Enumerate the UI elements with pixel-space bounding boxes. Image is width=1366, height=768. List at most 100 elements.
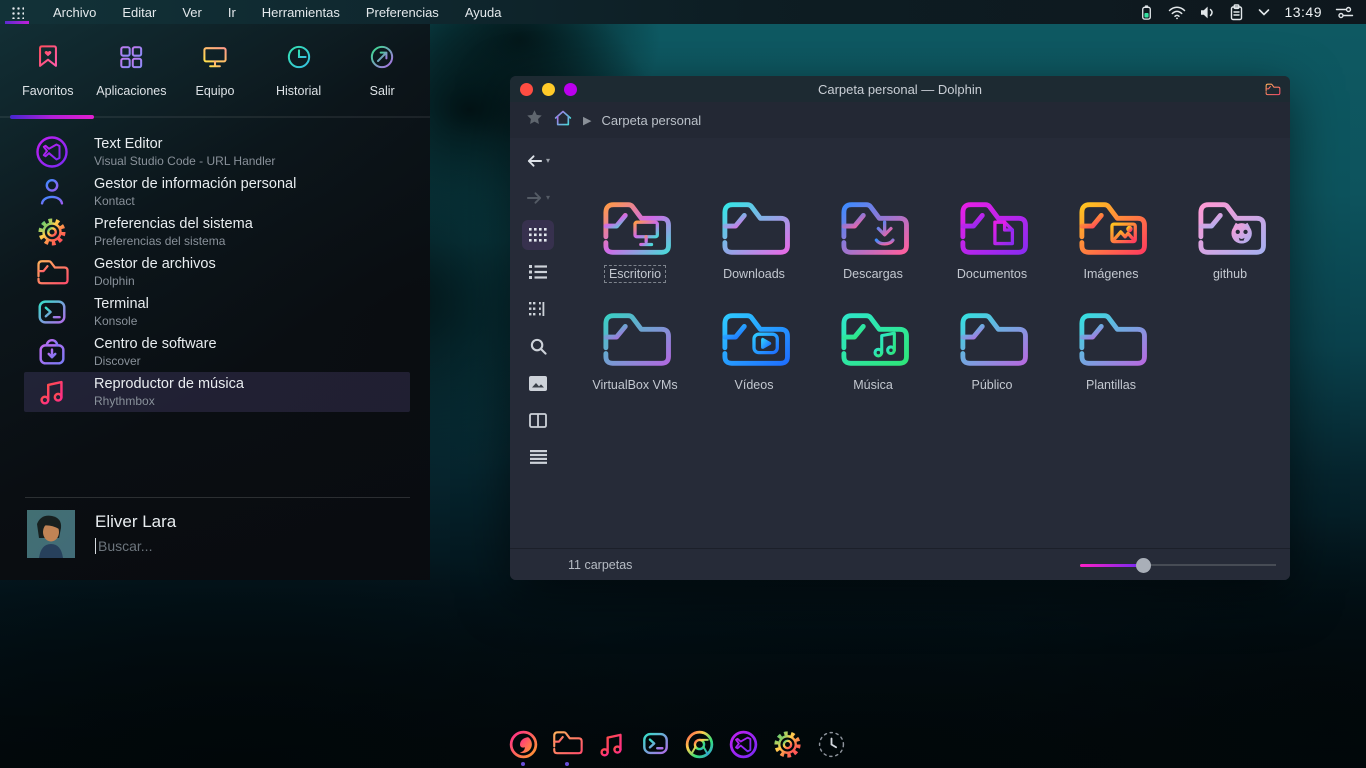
- tweaks-icon[interactable]: [1335, 5, 1354, 20]
- bookmark-star-icon[interactable]: [526, 109, 543, 131]
- back-button[interactable]: ▾: [522, 146, 554, 176]
- dock-firefox[interactable]: [506, 725, 540, 767]
- vscode-icon: [34, 134, 70, 170]
- running-indicator: [565, 762, 569, 766]
- folder-musica[interactable]: Música: [818, 307, 928, 394]
- leave-arrow-icon: [367, 42, 397, 77]
- folder-documentos[interactable]: Documentos: [937, 196, 1047, 283]
- launcher-item-dolphin[interactable]: Gestor de archivos Dolphin: [0, 252, 430, 292]
- folder-label: Imágenes: [1079, 265, 1144, 283]
- folder-plantillas[interactable]: Plantillas: [1056, 307, 1166, 394]
- item-subtitle: Preferencias del sistema: [94, 234, 253, 248]
- search-input[interactable]: [98, 538, 410, 554]
- menu-editar[interactable]: Editar: [109, 1, 169, 24]
- dock-chrome[interactable]: [682, 725, 716, 767]
- launcher-item-system-settings[interactable]: Preferencias del sistema Preferencias de…: [0, 212, 430, 252]
- titlebar-folder-icon[interactable]: [1264, 82, 1290, 97]
- menu-herramientas[interactable]: Herramientas: [249, 1, 353, 24]
- folder-label: Escritorio: [604, 265, 666, 283]
- running-indicator: [521, 762, 525, 766]
- folder-imagenes[interactable]: Imágenes: [1056, 196, 1166, 283]
- dock-vscode[interactable]: [726, 725, 760, 767]
- folder-icon: [34, 257, 70, 288]
- download-arrow-emblem: [876, 222, 893, 244]
- user-area: Eliver Lara: [27, 510, 410, 558]
- volume-icon[interactable]: [1199, 5, 1216, 20]
- global-menubar: Archivo Editar Ver Ir Herramientas Prefe…: [0, 0, 1366, 24]
- menu-archivo[interactable]: Archivo: [40, 1, 109, 24]
- desktop: Archivo Editar Ver Ir Herramientas Prefe…: [0, 0, 1366, 768]
- menu-ver[interactable]: Ver: [169, 1, 215, 24]
- avatar[interactable]: [27, 510, 75, 558]
- tab-favoritos[interactable]: Favoritos: [6, 24, 90, 116]
- dock-terminal[interactable]: [638, 725, 672, 767]
- document-emblem: [995, 222, 1012, 243]
- dropdown-caret-icon: ▾: [546, 157, 550, 165]
- tab-label: Historial: [276, 84, 321, 98]
- menu-ir[interactable]: Ir: [215, 1, 249, 24]
- wifi-icon[interactable]: [1168, 5, 1186, 20]
- folder-descargas[interactable]: Descargas: [818, 196, 928, 283]
- menu-preferencias[interactable]: Preferencias: [353, 1, 452, 24]
- tab-equipo[interactable]: Equipo: [173, 24, 257, 116]
- close-button[interactable]: [520, 83, 533, 96]
- preview-image-icon[interactable]: [522, 368, 554, 398]
- folder-github[interactable]: github: [1175, 196, 1285, 283]
- split-view-icon[interactable]: [522, 405, 554, 435]
- music-notes-icon: [34, 375, 70, 409]
- window-title: Carpeta personal — Dolphin: [510, 82, 1290, 97]
- item-title: Gestor de información personal: [94, 176, 296, 193]
- hamburger-menu-icon[interactable]: [522, 442, 554, 472]
- folder-escritorio[interactable]: Escritorio: [580, 196, 690, 283]
- list-view-button[interactable]: [522, 257, 554, 287]
- dock-music-player[interactable]: [594, 725, 628, 767]
- slider-handle[interactable]: [1136, 558, 1151, 573]
- launcher-item-kontact[interactable]: Gestor de información personal Kontact: [0, 172, 430, 212]
- launcher-item-rhythmbox[interactable]: Reproductor de música Rhythmbox: [24, 372, 410, 412]
- maximize-button[interactable]: [564, 83, 577, 96]
- battery-icon[interactable]: [1138, 4, 1155, 21]
- folder-videos[interactable]: Vídeos: [699, 307, 809, 394]
- file-manager-icon: [550, 728, 584, 763]
- clipboard-icon[interactable]: [1229, 4, 1244, 21]
- app-launcher-button[interactable]: [0, 0, 34, 24]
- folder-downloads[interactable]: Downloads: [699, 196, 809, 283]
- music-player-icon: [595, 728, 628, 766]
- dock-clock[interactable]: [814, 725, 848, 767]
- folder-publico[interactable]: Público: [937, 307, 1047, 394]
- dock-settings[interactable]: [770, 725, 804, 767]
- folder-virtualbox-vms[interactable]: VirtualBox VMs: [580, 307, 690, 394]
- dock-file-manager[interactable]: [550, 725, 584, 767]
- firefox-icon: [507, 728, 540, 766]
- tab-historial[interactable]: Historial: [257, 24, 341, 116]
- item-title: Centro de software: [94, 336, 217, 353]
- minimize-button[interactable]: [542, 83, 555, 96]
- apps-grid-icon: [116, 42, 146, 77]
- launcher-item-konsole[interactable]: Terminal Konsole: [0, 292, 430, 332]
- compact-view-button[interactable]: [522, 294, 554, 324]
- terminal-icon: [639, 728, 672, 764]
- launcher-item-text-editor[interactable]: Text Editor Visual Studio Code - URL Han…: [0, 132, 430, 172]
- search-icon[interactable]: [522, 331, 554, 361]
- breadcrumb-location[interactable]: Carpeta personal: [601, 113, 701, 128]
- user-name: Eliver Lara: [95, 512, 410, 532]
- launcher-item-discover[interactable]: Centro de software Discover: [0, 332, 430, 372]
- item-title: Gestor de archivos: [94, 256, 216, 273]
- item-subtitle: Dolphin: [94, 274, 216, 288]
- chevron-down-icon[interactable]: [1257, 8, 1271, 17]
- home-icon[interactable]: [553, 109, 573, 132]
- favorites-list: Text Editor Visual Studio Code - URL Han…: [0, 118, 430, 412]
- item-subtitle: Visual Studio Code - URL Handler: [94, 154, 275, 168]
- tab-aplicaciones[interactable]: Aplicaciones: [90, 24, 174, 116]
- octocat-emblem: [1231, 223, 1251, 244]
- icons-view-button[interactable]: [522, 220, 554, 250]
- forward-button[interactable]: ▾: [522, 183, 554, 213]
- folder-label: github: [1208, 265, 1252, 283]
- zoom-slider[interactable]: [1080, 557, 1276, 573]
- search-row: [95, 538, 410, 554]
- tab-salir[interactable]: Salir: [340, 24, 424, 116]
- clock[interactable]: 13:49: [1284, 4, 1322, 20]
- vscode-icon: [727, 728, 760, 766]
- window-titlebar[interactable]: Carpeta personal — Dolphin: [510, 76, 1290, 102]
- menu-ayuda[interactable]: Ayuda: [452, 1, 515, 24]
